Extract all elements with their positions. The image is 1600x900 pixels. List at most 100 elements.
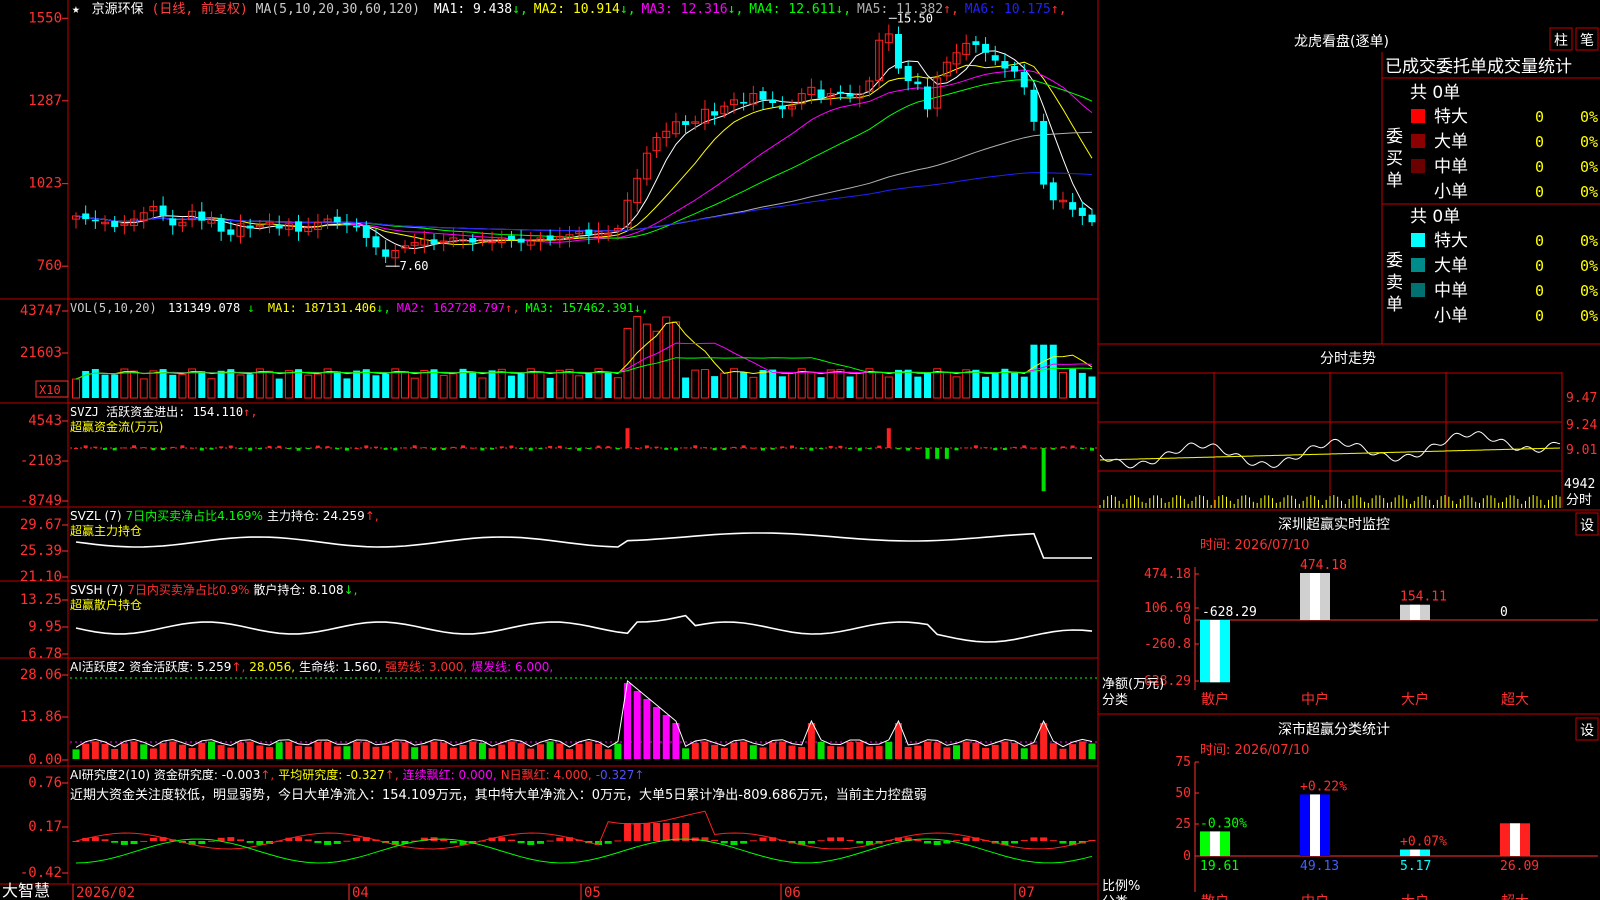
volume-bar-down bbox=[507, 375, 515, 398]
volume-bar-up bbox=[594, 368, 603, 399]
vol-ma-arrow-2: ↑, bbox=[505, 301, 519, 315]
ai-research-bar bbox=[295, 837, 303, 841]
ai-activity-bar bbox=[140, 744, 148, 759]
volume-bar-up bbox=[139, 378, 148, 399]
ai-activity-bar bbox=[894, 723, 902, 759]
order-side-char: 买 bbox=[1386, 149, 1403, 169]
ma-arrow-5: ↑, bbox=[943, 2, 959, 17]
order-color-swatch bbox=[1411, 109, 1425, 123]
ai-activity-bar bbox=[546, 741, 554, 759]
ai-activity-bar bbox=[449, 747, 457, 759]
ai-activity-bar bbox=[904, 746, 912, 759]
volume-bar-down bbox=[769, 369, 777, 398]
svzj-bar bbox=[296, 448, 301, 451]
intraday-ytick: 9.01 bbox=[1566, 443, 1597, 458]
volume-bar-up bbox=[478, 377, 487, 399]
svzj-bar bbox=[1022, 445, 1027, 448]
svzj-bar bbox=[915, 447, 920, 449]
volume-bar-up bbox=[304, 374, 313, 399]
svzl-ytick: 29.67 bbox=[20, 517, 62, 533]
sz-monitor-category: 散户 bbox=[1201, 691, 1229, 708]
price-ytick: 1023 bbox=[28, 176, 62, 192]
svzj-bar bbox=[828, 445, 833, 448]
volume-bar-up bbox=[836, 369, 845, 399]
volume-bar-down bbox=[585, 373, 593, 398]
svzj-bar bbox=[848, 448, 853, 449]
svzj-flow-bars bbox=[74, 428, 1094, 492]
vol-ma-arrow-1: ↓, bbox=[376, 301, 390, 315]
vol-ma-value-2: MA2: 162728.797 bbox=[397, 301, 505, 315]
svzj-bar bbox=[722, 448, 727, 451]
ai-research-bar bbox=[740, 841, 748, 844]
svzj-bar bbox=[141, 447, 146, 449]
order-count: 0 bbox=[1535, 307, 1544, 325]
svzj-bar bbox=[925, 448, 930, 459]
sz-monitor-chart: 474.18106.690-260.8-628.29净额(万元)分类 散户 中户 大户… bbox=[1102, 558, 1598, 708]
volume-bar-up bbox=[942, 372, 951, 399]
volume-bar-up bbox=[826, 369, 835, 399]
ai-activity-bar bbox=[362, 742, 370, 759]
ai-activity-bar bbox=[178, 744, 186, 759]
svzj-ytick: -2103 bbox=[20, 453, 62, 469]
volume-bar-up bbox=[952, 376, 961, 399]
ai-activity-bar bbox=[953, 745, 961, 759]
volume-bar-up bbox=[884, 376, 893, 399]
volume-bar-up bbox=[671, 321, 680, 399]
candle-body-down bbox=[1001, 61, 1009, 69]
volume-bar-up bbox=[729, 368, 738, 399]
sz-monitor-value-label: 474.18 bbox=[1300, 558, 1347, 573]
volume-bar-down bbox=[972, 369, 980, 398]
vol-ytick: 43747 bbox=[20, 303, 62, 319]
svzj-bar bbox=[402, 447, 407, 449]
volume-bar-down bbox=[1011, 372, 1019, 398]
svzj-bar bbox=[790, 445, 795, 448]
volume-bar-up bbox=[255, 368, 264, 399]
ai-act-ytick: 13.86 bbox=[20, 709, 62, 725]
volume-bar-down bbox=[904, 369, 912, 398]
sz-monitor-category: 中户 bbox=[1301, 691, 1329, 708]
svsh-ytick: 13.25 bbox=[20, 592, 62, 608]
ai-activity-bar bbox=[778, 741, 786, 759]
svsh-ytick: 6.78 bbox=[28, 646, 62, 662]
volume-bar-up bbox=[178, 373, 187, 399]
ai-activity-bar bbox=[207, 741, 215, 759]
ai-activity-bar bbox=[1040, 723, 1048, 759]
ai-research-bar bbox=[643, 823, 651, 841]
sz-monitor-settings-label: 设 bbox=[1580, 518, 1594, 534]
volume-bar-down bbox=[217, 370, 225, 398]
svzl-ytick: 21.10 bbox=[20, 569, 62, 585]
sz-monitor-x-title: 分类 bbox=[1102, 693, 1128, 708]
svzj-bar bbox=[606, 446, 611, 448]
volume-bar-down bbox=[169, 374, 177, 398]
svzj-ytick: -8749 bbox=[20, 493, 62, 509]
svzj-bar bbox=[393, 448, 398, 451]
ai-research-comment: 近期大资金关注度较低，明显弱势，今日大单净流入：154.109万元，其中特大单净… bbox=[70, 787, 927, 803]
stock-mode: (日线, 前复权) bbox=[152, 1, 248, 17]
sz-monitor-category: 超大 bbox=[1501, 692, 1529, 708]
svsh-line2: 超赢散户持仓 bbox=[70, 597, 142, 612]
ai-activity-bar bbox=[720, 747, 728, 759]
low-price-label: 7.60 bbox=[400, 259, 429, 273]
volume-bar-down bbox=[759, 370, 767, 398]
ai-activity-bar bbox=[159, 743, 167, 759]
ai-activity-bar bbox=[643, 699, 651, 759]
volume-bar-up bbox=[875, 371, 884, 399]
svzj-bar bbox=[1080, 448, 1085, 449]
svzj-bar bbox=[877, 445, 882, 448]
sz-classify-category: 散户 bbox=[1201, 893, 1229, 900]
svzj-bar bbox=[1041, 448, 1046, 492]
svzj-bar bbox=[799, 448, 804, 449]
volume-bar-up bbox=[449, 373, 458, 399]
ai-activity-bar bbox=[565, 749, 573, 759]
volume-bar-down bbox=[1040, 344, 1048, 398]
order-total: 共 0单 bbox=[1410, 83, 1460, 103]
ai-activity-y-axis: 28.06 13.86 0.00 bbox=[20, 667, 68, 768]
svzj-bar bbox=[432, 448, 437, 451]
ai-activity-bar bbox=[865, 746, 873, 759]
svzj-bar bbox=[867, 448, 872, 449]
candle-body-down bbox=[817, 89, 825, 99]
candle-body-down bbox=[333, 216, 341, 223]
svsh-line1: SVSH (7) 7日内买卖净占比0.9% 散户持仓: 8.108↓, bbox=[70, 582, 358, 597]
intraday-title: 分时走势 bbox=[1320, 351, 1376, 367]
candle-body-down bbox=[1040, 120, 1048, 185]
